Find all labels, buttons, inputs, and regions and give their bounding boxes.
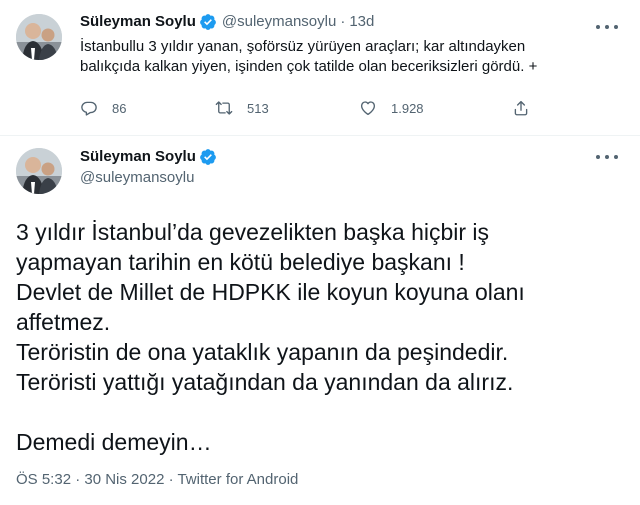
tweet-meta[interactable]: ÖS 5:32 · 30 Nis 2022 · Twitter for Andr… [16, 470, 298, 490]
tweet-body-line: Teröristin de ona yataklık yapanın da pe… [16, 339, 509, 365]
share-icon [514, 100, 528, 116]
author-handle[interactable]: @suleymansoylu [222, 12, 336, 32]
verified-badge-icon [200, 149, 216, 165]
tweet-text-line: İstanbullu 3 yıldır yanan, şoförsüz yürü… [80, 38, 526, 55]
retweet-icon [215, 101, 233, 115]
tweet-author-block: Süleyman Soylu @suleymansoylu [80, 147, 217, 188]
avatar-photo-icon [16, 148, 62, 194]
tweet-body-line: affetmez. [16, 309, 111, 335]
tweet-closing-line: Demedi demeyin… [16, 429, 212, 455]
tweet-header: Süleyman Soylu @suleymansoylu · 13d [80, 12, 374, 32]
more-options-button[interactable] [596, 20, 618, 34]
author-name[interactable]: Süleyman Soylu [80, 147, 196, 167]
tweet-actions: 86 513 1.928 [80, 99, 550, 119]
tweet-body-line: Devlet de Millet de HDPKK ile koyun koyu… [16, 279, 525, 305]
retweet-count: 513 [247, 100, 269, 116]
more-options-icon [596, 25, 600, 29]
author-handle[interactable]: @suleymansoylu [80, 168, 217, 188]
tweet-body-line: Teröristi yattığı yatağından da yanından… [16, 369, 514, 395]
avatar-photo-icon [16, 14, 62, 60]
reply-count: 86 [112, 100, 127, 116]
tweet-time[interactable]: 13d [349, 12, 374, 32]
tweet-body-line: yapmayan tarihin en kötü belediye başkan… [16, 249, 465, 275]
avatar[interactable] [16, 14, 62, 60]
like-count: 1.928 [391, 100, 424, 116]
tweet-body-line: 3 yıldır İstanbul’da gevezelikten başka … [16, 219, 490, 245]
share-button[interactable] [512, 99, 530, 117]
more-options-button[interactable] [596, 150, 618, 164]
heart-icon [360, 101, 376, 116]
separator-dot: · [340, 13, 346, 30]
retweet-button[interactable]: 513 [215, 99, 269, 117]
tweet-previous[interactable]: Süleyman Soylu @suleymansoylu · 13d İsta… [0, 0, 640, 136]
avatar[interactable] [16, 148, 62, 194]
tweet-text: İstanbullu 3 yıldır yanan, şoförsüz yürü… [80, 37, 610, 77]
tweet-text-line: balıkçıda kalkan yiyen, işinden çok tati… [80, 58, 538, 75]
reply-icon [81, 101, 97, 116]
author-name[interactable]: Süleyman Soylu [80, 12, 196, 32]
reply-button[interactable]: 86 [80, 99, 126, 117]
tweet-body: 3 yıldır İstanbul’da gevezelikten başka … [16, 217, 616, 457]
more-options-icon [596, 155, 600, 159]
like-button[interactable]: 1.928 [359, 99, 424, 117]
verified-badge-icon [200, 14, 216, 30]
